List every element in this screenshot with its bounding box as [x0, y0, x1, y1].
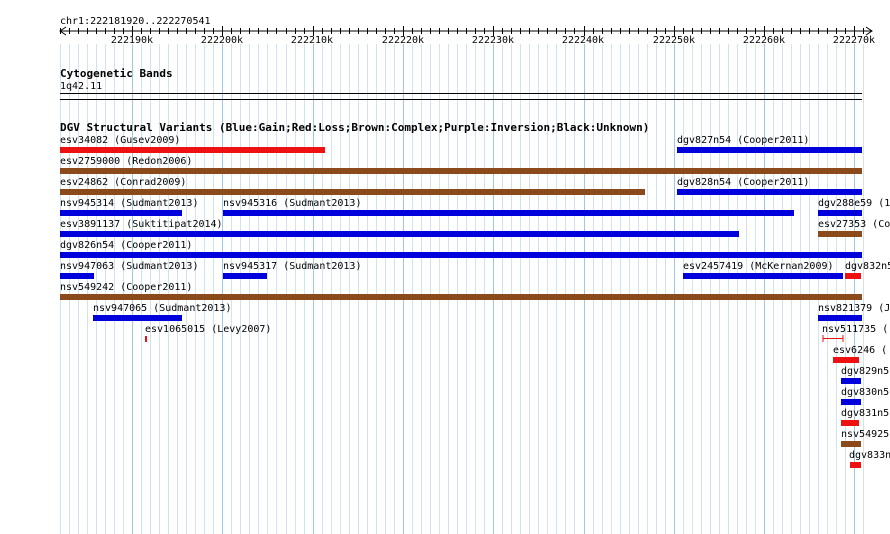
cytoband-line [60, 93, 862, 94]
cytoband-track-title: Cytogenetic Bands [60, 67, 173, 80]
tick-label: 222270k [832, 35, 876, 46]
feature-bar-loss[interactable] [845, 273, 861, 279]
feature-bar-gain[interactable] [223, 210, 794, 216]
dgv-track-title: DGV Structural Variants (Blue:Gain;Red:L… [60, 121, 650, 134]
feature-bar-gain[interactable] [677, 189, 862, 195]
feature-bar-loss[interactable] [833, 357, 859, 363]
cytoband-label: 1q42.11 [60, 81, 103, 92]
feature-bar-gain[interactable] [60, 252, 862, 258]
feature-label[interactable]: nsv945314 (Sudmant2013) [60, 198, 198, 209]
cytoband-line [60, 99, 862, 100]
feature-bar-complex[interactable] [841, 441, 861, 447]
feature-label[interactable]: dgv830n5 [841, 387, 889, 398]
feature-label[interactable]: dgv288e59 (1 [818, 198, 890, 209]
feature-label[interactable]: dgv829n5 [841, 366, 889, 377]
feature-label[interactable]: nsv945317 (Sudmant2013) [223, 261, 361, 272]
feature-bar-complex[interactable] [60, 168, 862, 174]
feature-bar-complex[interactable] [60, 294, 862, 300]
feature-label[interactable]: nsv947063 (Sudmant2013) [60, 261, 198, 272]
feature-bar-gain[interactable] [677, 147, 862, 153]
feature-label[interactable]: dgv831n5 [841, 408, 889, 419]
feature-bar-gain[interactable] [60, 273, 94, 279]
feature-bar-gain[interactable] [93, 315, 182, 321]
feature-bar-complex[interactable] [60, 189, 645, 195]
feature-label[interactable]: nsv821379 (J [818, 303, 890, 314]
feature-bar-complex[interactable] [818, 231, 862, 237]
feature-label[interactable]: esv2457419 (McKernan2009) [683, 261, 834, 272]
feature-bar-gain[interactable] [818, 315, 862, 321]
feature-bar-loss[interactable] [60, 147, 325, 153]
tick-label: 222230k [471, 35, 515, 46]
tick-label: 222210k [290, 35, 334, 46]
tick-label: 222220k [381, 35, 425, 46]
tick-label: 222200k [200, 35, 244, 46]
feature-label[interactable]: esv27353 (Co [818, 219, 890, 230]
feature-bar-gain[interactable] [818, 210, 862, 216]
feature-bar-gain[interactable] [841, 399, 861, 405]
feature-label[interactable]: esv34082 (Gusev2009) [60, 135, 180, 146]
feature-bar-gain[interactable] [683, 273, 843, 279]
feature-bar-loss[interactable] [145, 336, 147, 342]
tick-label: 222240k [561, 35, 605, 46]
feature-bar-loss[interactable] [841, 420, 859, 426]
feature-label[interactable]: dgv827n54 (Cooper2011) [677, 135, 809, 146]
feature-bar-gain[interactable] [841, 378, 861, 384]
feature-label[interactable]: nsv945316 (Sudmant2013) [223, 198, 361, 209]
feature-label[interactable]: dgv832n5 [845, 261, 890, 272]
feature-label[interactable]: esv6246 ( [833, 345, 887, 356]
feature-label[interactable]: nsv947065 (Sudmant2013) [93, 303, 231, 314]
feature-label[interactable]: nsv511735 ( [822, 324, 888, 335]
tick-label: 222250k [652, 35, 696, 46]
feature-label[interactable]: dgv833n [849, 450, 890, 461]
feature-label[interactable]: esv3891137 (Suktitipat2014) [60, 219, 223, 230]
feature-bar-loss[interactable] [850, 462, 861, 468]
tick-label: 222260k [742, 35, 786, 46]
tick-label: 222190k [110, 35, 154, 46]
feature-label[interactable]: esv1065015 (Levy2007) [145, 324, 271, 335]
feature-label[interactable]: esv24862 (Conrad2009) [60, 177, 186, 188]
feature-label[interactable]: nsv549242 (Cooper2011) [60, 282, 192, 293]
feature-bar-loss-bracket[interactable] [822, 335, 846, 343]
feature-label[interactable]: dgv828n54 (Cooper2011) [677, 177, 809, 188]
feature-label[interactable]: nsv54925 [841, 429, 889, 440]
feature-label[interactable]: esv2759000 (Redon2006) [60, 156, 192, 167]
feature-label[interactable]: dgv826n54 (Cooper2011) [60, 240, 192, 251]
feature-bar-gain[interactable] [60, 231, 739, 237]
feature-bar-gain[interactable] [60, 210, 182, 216]
feature-bar-gain[interactable] [223, 273, 267, 279]
